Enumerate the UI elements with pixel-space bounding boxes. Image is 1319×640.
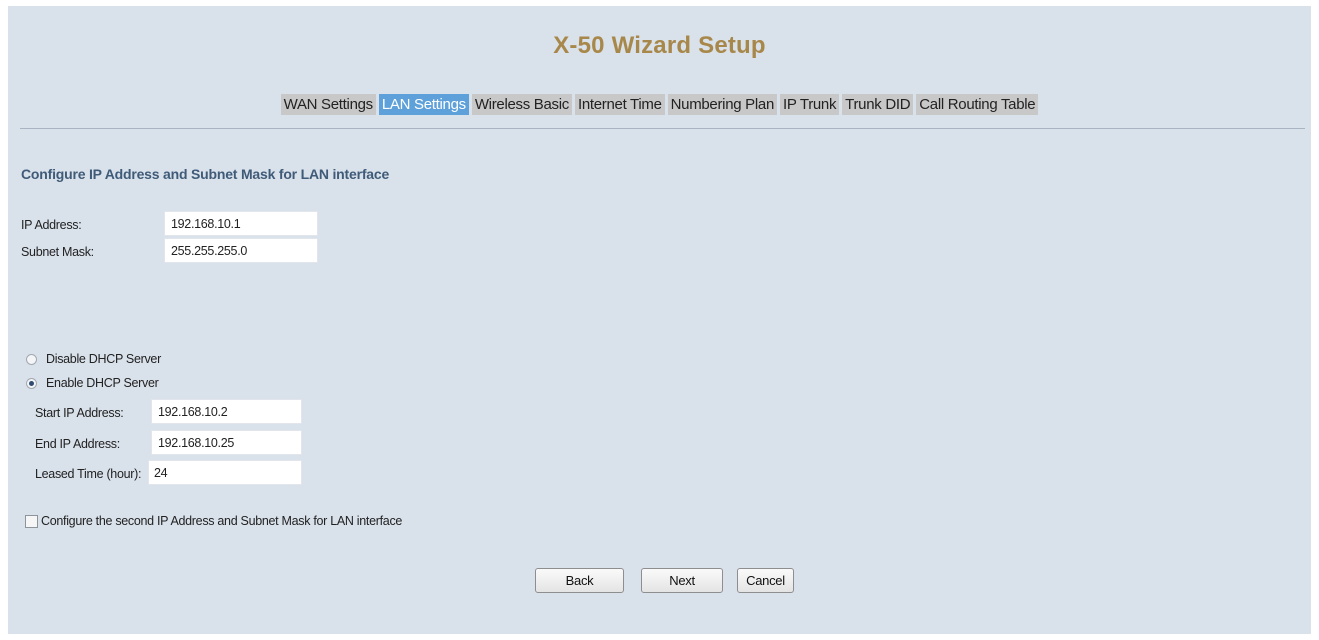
leased-time-label: Leased Time (hour): <box>35 467 142 481</box>
tab-ip-trunk[interactable]: IP Trunk <box>779 94 840 115</box>
tab-trunk-did[interactable]: Trunk DID <box>842 94 914 115</box>
tab-wan-settings[interactable]: WAN Settings <box>280 94 376 115</box>
ip-address-input[interactable] <box>164 211 318 236</box>
back-button[interactable]: Back <box>535 568 624 593</box>
enable-dhcp-radio[interactable] <box>26 377 37 389</box>
header-divider <box>20 128 1305 129</box>
subnet-mask-label: Subnet Mask: <box>21 245 94 259</box>
subnet-mask-input[interactable] <box>164 238 318 263</box>
second-ip-label: Configure the second IP Address and Subn… <box>41 514 403 528</box>
tab-numbering-plan[interactable]: Numbering Plan <box>667 94 777 115</box>
section-title: Configure IP Address and Subnet Mask for… <box>21 166 390 182</box>
next-button[interactable]: Next <box>641 568 723 593</box>
disable-dhcp-label: Disable DHCP Server <box>46 352 161 366</box>
second-ip-option[interactable]: Configure the second IP Address and Subn… <box>25 514 402 528</box>
disable-dhcp-option[interactable]: Disable DHCP Server <box>26 352 161 366</box>
end-ip-input[interactable] <box>151 430 302 455</box>
start-ip-label: Start IP Address: <box>35 406 124 420</box>
end-ip-label: End IP Address: <box>35 437 120 451</box>
tab-bar: WAN Settings LAN Settings Wireless Basic… <box>8 94 1311 115</box>
page-title: X-50 Wizard Setup <box>553 32 766 59</box>
tab-internet-time[interactable]: Internet Time <box>574 94 665 115</box>
tab-wireless-basic[interactable]: Wireless Basic <box>471 94 572 115</box>
wizard-panel: X-50 Wizard Setup WAN Settings LAN Setti… <box>8 6 1311 634</box>
tab-lan-settings[interactable]: LAN Settings <box>378 94 469 115</box>
cancel-button[interactable]: Cancel <box>737 568 794 593</box>
enable-dhcp-option[interactable]: Enable DHCP Server <box>26 376 159 390</box>
second-ip-checkbox[interactable] <box>25 514 38 528</box>
enable-dhcp-label: Enable DHCP Server <box>46 376 159 390</box>
disable-dhcp-radio[interactable] <box>26 353 37 365</box>
leased-time-input[interactable] <box>148 460 302 485</box>
tab-call-routing-table[interactable]: Call Routing Table <box>916 94 1039 115</box>
ip-address-label: IP Address: <box>21 218 82 232</box>
start-ip-input[interactable] <box>151 399 302 424</box>
